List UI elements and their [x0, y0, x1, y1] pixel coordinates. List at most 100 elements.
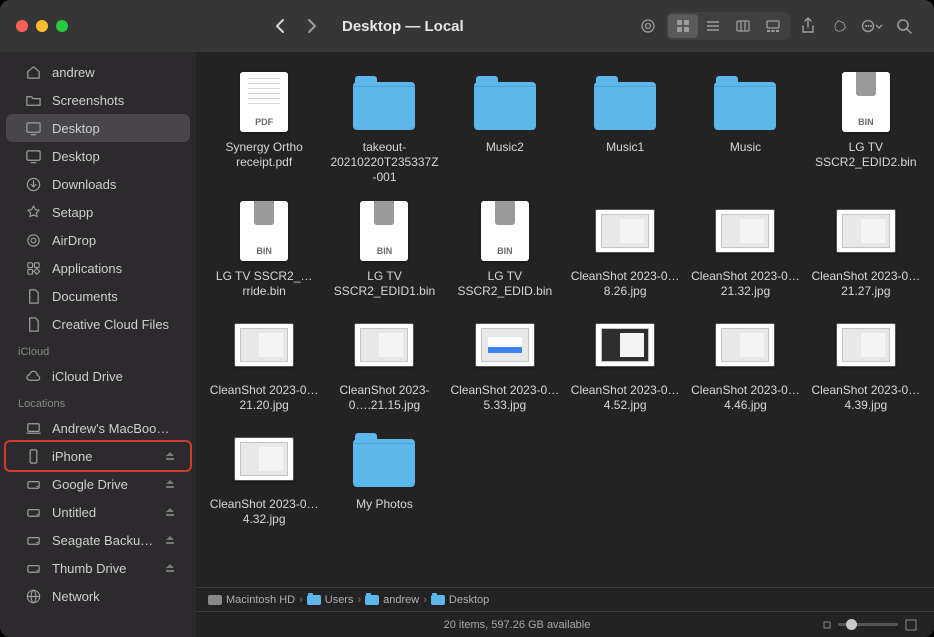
status-text: 20 items, 597.26 GB available: [212, 619, 822, 631]
close-button[interactable]: [16, 20, 28, 32]
share-button[interactable]: [794, 12, 822, 40]
file-item[interactable]: CleanShot 2023-0…21.20.jpg: [206, 313, 322, 413]
path-component[interactable]: Macintosh HD: [208, 594, 295, 606]
sidebar-item-screenshots[interactable]: Screenshots: [6, 86, 190, 114]
sidebar-item-label: Desktop: [52, 121, 178, 136]
file-item[interactable]: CleanShot 2023-0…8.26.jpg: [567, 199, 683, 299]
sidebar-item-applications[interactable]: Applications: [6, 254, 190, 282]
column-view-button[interactable]: [728, 14, 758, 38]
sidebar-item-label: Documents: [52, 289, 178, 304]
icon-view-button[interactable]: [668, 14, 698, 38]
status-bar: 20 items, 597.26 GB available: [196, 611, 934, 637]
file-item[interactable]: LG TV SSCR2_EDID2.bin: [808, 70, 924, 185]
eject-icon[interactable]: [164, 478, 178, 490]
sidebar-item-label: Seagate Backu…: [52, 533, 154, 548]
back-button[interactable]: [266, 12, 294, 40]
path-bar[interactable]: Macintosh HD› Users› andrew› Desktop: [196, 587, 934, 611]
sidebar-item-label: Desktop: [52, 149, 178, 164]
search-button[interactable]: [890, 12, 918, 40]
sidebar-item-creative-cloud-files[interactable]: Creative Cloud Files: [6, 310, 190, 338]
sidebar-item-setapp[interactable]: Setapp: [6, 198, 190, 226]
file-item[interactable]: LG TV SSCR2_EDID1.bin: [326, 199, 442, 299]
sidebar-item-untitled[interactable]: Untitled: [6, 498, 190, 526]
folder-icon: [365, 595, 379, 605]
file-label: LG TV SSCR2_EDID2.bin: [811, 140, 921, 170]
file-grid[interactable]: Synergy Ortho receipt.pdf takeout-202102…: [196, 52, 934, 587]
file-item[interactable]: CleanShot 2023-0…4.52.jpg: [567, 313, 683, 413]
path-component[interactable]: Desktop: [431, 594, 489, 606]
file-item[interactable]: CleanShot 2023-0….21.15.jpg: [326, 313, 442, 413]
file-item[interactable]: CleanShot 2023-0…21.27.jpg: [808, 199, 924, 299]
maximize-button[interactable]: [56, 20, 68, 32]
file-item[interactable]: CleanShot 2023-0…4.46.jpg: [687, 313, 803, 413]
file-item[interactable]: CleanShot 2023-0…21.32.jpg: [687, 199, 803, 299]
file-item[interactable]: Music2: [447, 70, 563, 185]
drive-icon: [24, 503, 42, 521]
file-item[interactable]: Synergy Ortho receipt.pdf: [206, 70, 322, 185]
sidebar-item-andrew[interactable]: andrew: [6, 58, 190, 86]
main-area: Synergy Ortho receipt.pdf takeout-202102…: [196, 52, 934, 637]
minimize-button[interactable]: [36, 20, 48, 32]
path-component[interactable]: andrew: [365, 594, 419, 606]
sidebar-item-google-drive[interactable]: Google Drive: [6, 470, 190, 498]
traffic-lights: [16, 20, 68, 32]
file-item[interactable]: Music: [687, 70, 803, 185]
airdrop-icon[interactable]: [634, 12, 662, 40]
sidebar-item-label: Network: [52, 589, 178, 604]
jpg-icon: [715, 209, 775, 253]
file-label: CleanShot 2023-0…21.20.jpg: [209, 383, 319, 413]
sidebar-item-icloud-drive[interactable]: iCloud Drive: [6, 362, 190, 390]
sidebar-item-label: Thumb Drive: [52, 561, 154, 576]
sidebar-item-desktop[interactable]: Desktop: [6, 142, 190, 170]
file-item[interactable]: CleanShot 2023-0…5.33.jpg: [447, 313, 563, 413]
action-menu-button[interactable]: [858, 12, 886, 40]
file-item[interactable]: CleanShot 2023-0…4.39.jpg: [808, 313, 924, 413]
eject-icon[interactable]: [164, 534, 178, 546]
zoom-small-icon: [822, 620, 832, 630]
path-label: Users: [325, 594, 354, 606]
sidebar-item-label: Untitled: [52, 505, 154, 520]
cloud-icon: [24, 367, 42, 385]
eject-icon[interactable]: [164, 506, 178, 518]
zoom-track[interactable]: [838, 623, 898, 626]
folder-blank-icon: [24, 91, 42, 109]
jpg-icon: [595, 323, 655, 367]
sidebar-item-downloads[interactable]: Downloads: [6, 170, 190, 198]
desktop-icon: [24, 147, 42, 165]
sidebar-item-thumb-drive[interactable]: Thumb Drive: [6, 554, 190, 582]
file-item[interactable]: My Photos: [326, 427, 442, 527]
zoom-slider[interactable]: [822, 618, 918, 632]
gallery-view-button[interactable]: [758, 14, 788, 38]
file-label: Music: [730, 140, 761, 155]
zoom-thumb[interactable]: [846, 619, 857, 630]
drive-icon: [24, 475, 42, 493]
file-item[interactable]: takeout-20210220T235337Z-001: [326, 70, 442, 185]
list-view-button[interactable]: [698, 14, 728, 38]
file-item[interactable]: CleanShot 2023-0…4.32.jpg: [206, 427, 322, 527]
file-item[interactable]: LG TV SSCR2_EDID.bin: [447, 199, 563, 299]
bin-icon: [481, 201, 529, 261]
sidebar-item-network[interactable]: Network: [6, 582, 190, 610]
file-item[interactable]: Music1: [567, 70, 683, 185]
file-item[interactable]: LG TV SSCR2_…rride.bin: [206, 199, 322, 299]
file-label: CleanShot 2023-0…4.46.jpg: [690, 383, 800, 413]
drive-icon: [24, 559, 42, 577]
eject-icon[interactable]: [164, 562, 178, 574]
desktop-icon: [24, 119, 42, 137]
sidebar-item-andrew-s-macboo-[interactable]: Andrew's MacBoo…: [6, 414, 190, 442]
folder-icon: [714, 82, 776, 130]
sidebar-item-airdrop[interactable]: AirDrop: [6, 226, 190, 254]
path-component[interactable]: Users: [307, 594, 354, 606]
eject-icon[interactable]: [164, 450, 178, 462]
sidebar-item-desktop[interactable]: Desktop: [6, 114, 190, 142]
sidebar-section-icloud: iCloud: [0, 338, 196, 362]
sidebar-item-iphone[interactable]: iPhone: [6, 442, 190, 470]
sidebar[interactable]: andrew Screenshots Desktop Desktop Downl…: [0, 52, 196, 637]
sidebar-item-seagate-backu-[interactable]: Seagate Backu…: [6, 526, 190, 554]
sidebar-item-label: Screenshots: [52, 93, 178, 108]
folder-icon: [353, 439, 415, 487]
sidebar-item-documents[interactable]: Documents: [6, 282, 190, 310]
pdf-icon: [240, 72, 288, 132]
forward-button[interactable]: [298, 12, 326, 40]
tag-button[interactable]: [826, 12, 854, 40]
